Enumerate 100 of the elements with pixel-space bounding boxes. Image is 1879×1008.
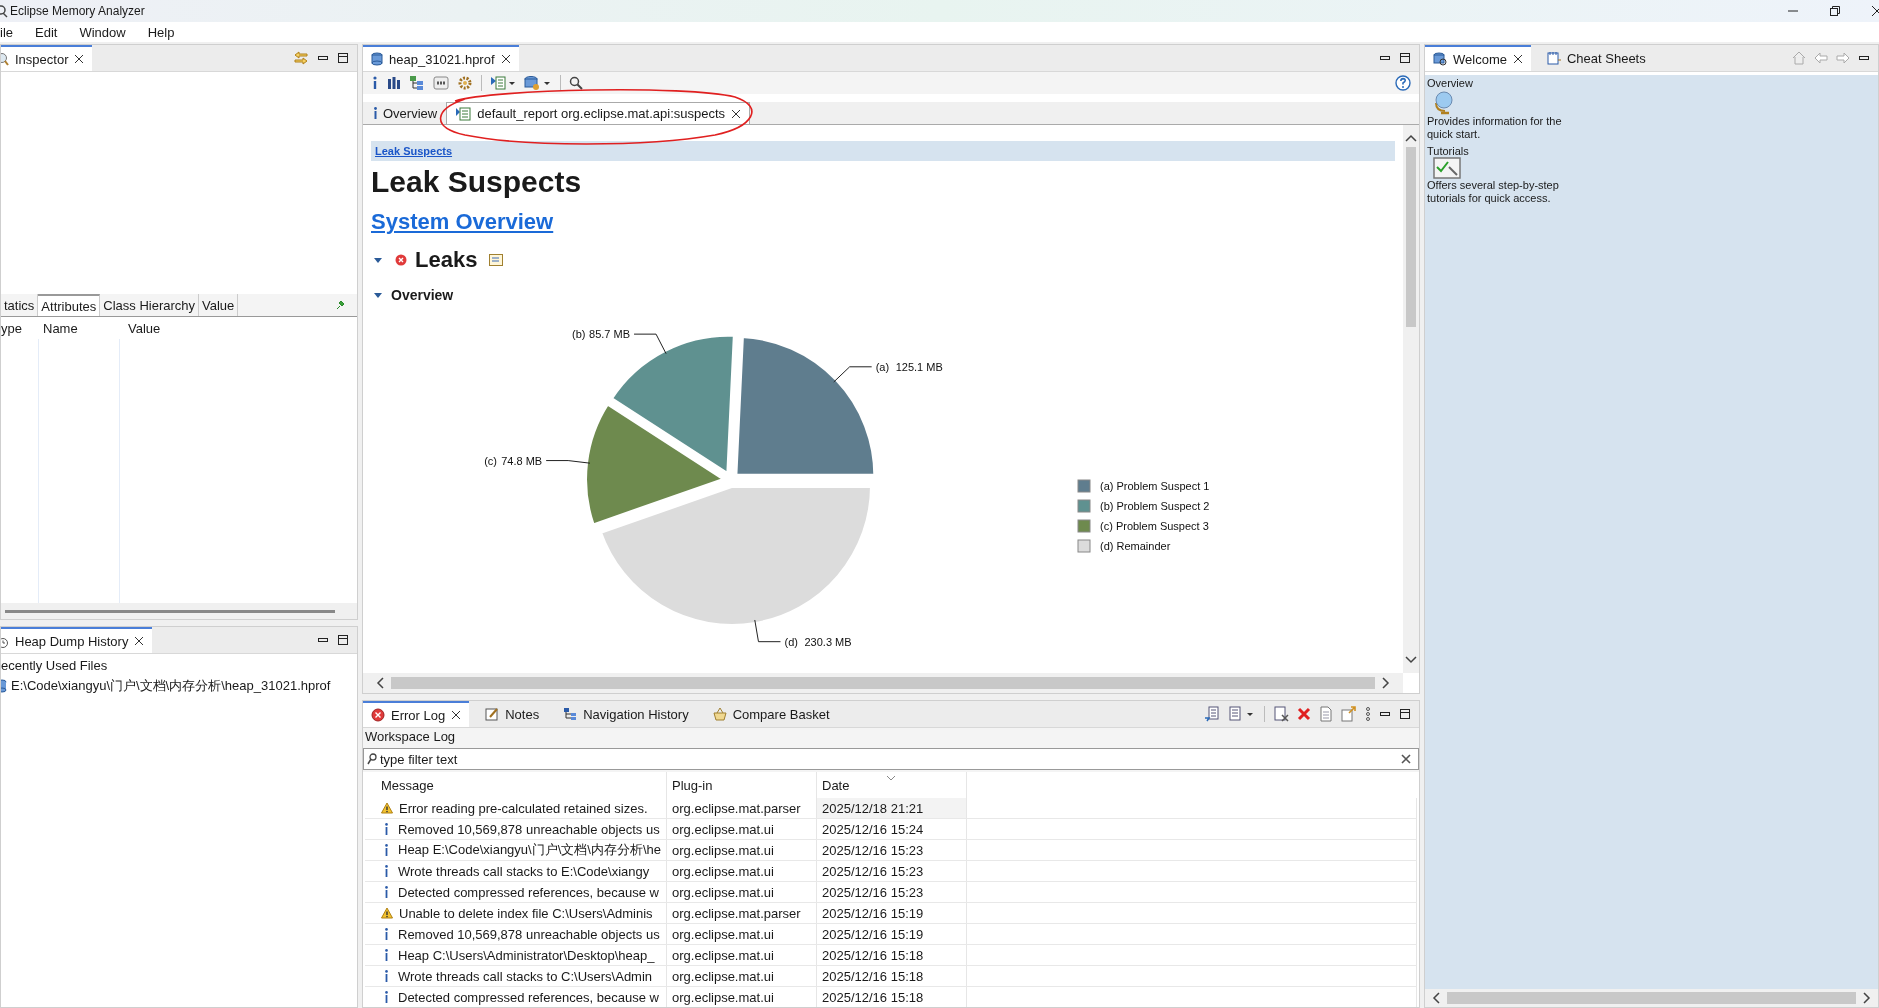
column-header[interactable]: Message bbox=[365, 772, 667, 798]
info-icon[interactable] bbox=[371, 76, 379, 90]
column-header[interactable]: ype bbox=[1, 320, 38, 336]
scroll-left-icon[interactable] bbox=[375, 677, 385, 689]
detail-tab[interactable]: Value bbox=[199, 294, 239, 316]
view-tab[interactable]: Notes bbox=[477, 701, 548, 727]
editor-tab[interactable]: heap_31021.hprof bbox=[363, 45, 519, 71]
column-header[interactable]: Name bbox=[38, 320, 123, 336]
scroll-right-icon[interactable] bbox=[1862, 992, 1872, 1004]
close-icon[interactable] bbox=[500, 54, 511, 64]
menu-item[interactable]: Help bbox=[147, 24, 175, 40]
report-dropdown-icon[interactable] bbox=[490, 75, 516, 91]
expand-triangle-icon[interactable] bbox=[373, 290, 383, 300]
help-icon[interactable] bbox=[1395, 75, 1411, 91]
gear-icon[interactable] bbox=[457, 75, 473, 91]
legend-label: (d) Remainder bbox=[1100, 540, 1171, 552]
filter-field[interactable]: type filter text bbox=[363, 748, 1419, 770]
tree-group[interactable]: ecently Used Files bbox=[1, 656, 357, 676]
scroll-down-icon[interactable] bbox=[1405, 655, 1417, 665]
warning-icon bbox=[381, 802, 393, 814]
delete-icon[interactable] bbox=[1297, 707, 1311, 721]
more-icon[interactable] bbox=[1365, 707, 1371, 721]
close-icon[interactable] bbox=[134, 636, 145, 646]
query-icon[interactable] bbox=[433, 75, 449, 91]
detail-tab[interactable]: Attributes bbox=[38, 294, 101, 316]
scrollbar-thumb[interactable] bbox=[391, 677, 1375, 689]
report-tab[interactable]: default_report org.eclipse.mat.api:suspects bbox=[446, 102, 751, 124]
table-cell: Detected compressed references, because w bbox=[398, 884, 659, 900]
view-tab[interactable]: Welcome bbox=[1425, 45, 1531, 71]
bar-chart-icon[interactable] bbox=[387, 76, 401, 90]
scroll-left-icon[interactable] bbox=[1431, 992, 1441, 1004]
warning-icon bbox=[381, 907, 393, 919]
scrollbar-thumb[interactable] bbox=[1406, 147, 1416, 327]
search-icon[interactable] bbox=[569, 76, 583, 90]
sync-arrows-icon[interactable] bbox=[293, 50, 309, 66]
hierarchy-icon bbox=[563, 707, 578, 721]
close-icon[interactable] bbox=[1512, 54, 1523, 64]
table-cell: Wrote threads call stacks to C:\Users\Admin bbox=[398, 968, 653, 984]
restore-icon[interactable] bbox=[1829, 5, 1841, 17]
subsection-heading: Overview bbox=[391, 287, 454, 303]
export-log-icon[interactable] bbox=[1204, 706, 1220, 722]
scroll-up-icon[interactable] bbox=[1405, 133, 1417, 143]
system-overview-link[interactable]: System Overview bbox=[371, 209, 554, 234]
maximize-icon[interactable] bbox=[337, 52, 349, 64]
leader-line bbox=[754, 619, 781, 643]
maximize-icon[interactable] bbox=[1399, 52, 1411, 64]
maximize-icon[interactable] bbox=[337, 634, 349, 646]
clear-log-icon[interactable] bbox=[1273, 706, 1289, 722]
close-icon[interactable] bbox=[451, 710, 462, 720]
log-source-label: Workspace Log bbox=[364, 728, 457, 746]
expand-triangle-icon[interactable] bbox=[373, 255, 383, 265]
table-cell: 2025/12/16 15:23 bbox=[817, 840, 967, 860]
welcome-description: Offers several step-by-step tutorials for quick access. bbox=[1427, 179, 1560, 205]
scroll-right-icon[interactable] bbox=[1381, 677, 1391, 689]
database-dropdown-icon[interactable] bbox=[524, 75, 552, 91]
globe-icon bbox=[1433, 89, 1455, 115]
leader-line bbox=[633, 333, 667, 355]
report-icon bbox=[455, 106, 472, 121]
slice-tag: (c) bbox=[484, 454, 497, 467]
view-tab[interactable]: Inspector bbox=[1, 45, 93, 71]
column-header[interactable]: Plug-in bbox=[667, 772, 817, 798]
pin-icon[interactable] bbox=[335, 300, 345, 310]
close-icon[interactable] bbox=[1871, 5, 1879, 17]
table-cell: Error reading pre-calculated retained sizes. bbox=[399, 800, 648, 816]
restore-log-icon[interactable] bbox=[1341, 706, 1357, 722]
scrollbar-thumb[interactable] bbox=[1447, 992, 1856, 1004]
view-tab[interactable]: Compare Basket bbox=[704, 701, 838, 727]
table-cell: Detected compressed references, because w bbox=[398, 989, 659, 1005]
close-icon[interactable] bbox=[74, 54, 85, 64]
table-cell: org.eclipse.mat.parser bbox=[667, 903, 817, 923]
report-tab[interactable]: Overview bbox=[365, 102, 447, 124]
close-icon[interactable] bbox=[731, 108, 742, 119]
scrollbar-thumb[interactable] bbox=[5, 609, 335, 613]
table-cell: org.eclipse.mat.ui bbox=[667, 882, 817, 902]
menu-item[interactable]: Edit bbox=[35, 24, 58, 40]
notepad-icon bbox=[485, 707, 500, 721]
welcome-link[interactable]: Tutorials bbox=[1427, 145, 1469, 157]
view-tab[interactable]: Cheat Sheets bbox=[1538, 45, 1654, 71]
column-header[interactable]: Value bbox=[123, 320, 161, 336]
slice-value-label: 85.7 MB bbox=[589, 328, 631, 341]
welcome-link[interactable]: Overview bbox=[1427, 77, 1473, 89]
leader-line bbox=[545, 460, 591, 464]
view-tab[interactable]: Heap Dump History bbox=[1, 627, 153, 653]
window-title: Eclipse Memory Analyzer bbox=[10, 4, 145, 18]
table-cell: 2025/12/16 15:24 bbox=[817, 819, 967, 839]
view-tab[interactable]: Error Log bbox=[363, 701, 470, 727]
view-tab[interactable]: Navigation History bbox=[555, 701, 697, 727]
menu-item[interactable]: Window bbox=[79, 24, 126, 40]
document-icon[interactable] bbox=[1319, 706, 1333, 722]
details-icon[interactable] bbox=[489, 254, 504, 266]
table-cell: Heap C:\Users\Administrator\Desktop\heap_ bbox=[398, 947, 655, 963]
file-item[interactable]: E:\Code\xiangyu\门户\文档\内存分析\heap_31021.hprof bbox=[1, 676, 357, 696]
menu-item[interactable]: ile bbox=[0, 24, 13, 40]
maximize-icon[interactable] bbox=[1399, 708, 1411, 720]
breadcrumb-link[interactable]: Leak Suspects bbox=[375, 145, 453, 157]
import-log-dropdown-icon[interactable] bbox=[1228, 706, 1256, 722]
table-cell: 2025/12/16 15:19 bbox=[817, 903, 967, 923]
clear-icon[interactable] bbox=[1401, 754, 1411, 764]
detail-tab[interactable]: Class Hierarchy bbox=[100, 294, 199, 316]
tree-icon[interactable] bbox=[409, 75, 425, 91]
